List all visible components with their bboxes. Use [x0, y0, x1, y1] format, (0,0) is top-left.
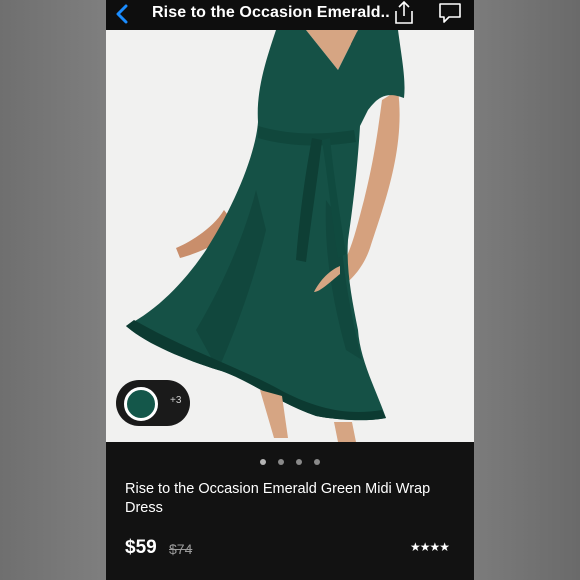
selected-color-swatch[interactable] — [124, 387, 158, 421]
product-name: Rise to the Occasion Emerald Green Midi … — [125, 481, 431, 516]
carousel-dot[interactable] — [278, 459, 284, 465]
chevron-left-icon[interactable] — [112, 3, 134, 25]
carousel-dots — [106, 452, 474, 465]
nav-bar: Rise to the Occasion Emerald... — [106, 0, 474, 30]
carousel-dot[interactable] — [260, 459, 266, 465]
phone-screen: Rise to the Occasion Emerald... +3 Rise … — [106, 0, 474, 580]
carousel-dot[interactable] — [296, 459, 302, 465]
color-swatch-selector[interactable]: +3 — [116, 380, 190, 426]
rating-stars-icon: ★★★★ — [410, 540, 450, 554]
original-price: $74 — [169, 541, 193, 557]
more-colors-count: +3 — [170, 395, 182, 406]
product-price: $59 — [125, 537, 157, 558]
share-icon[interactable] — [392, 0, 416, 26]
nav-title: Rise to the Occasion Emerald... — [152, 4, 390, 21]
comment-icon[interactable] — [438, 2, 462, 24]
carousel-dot[interactable] — [314, 459, 320, 465]
